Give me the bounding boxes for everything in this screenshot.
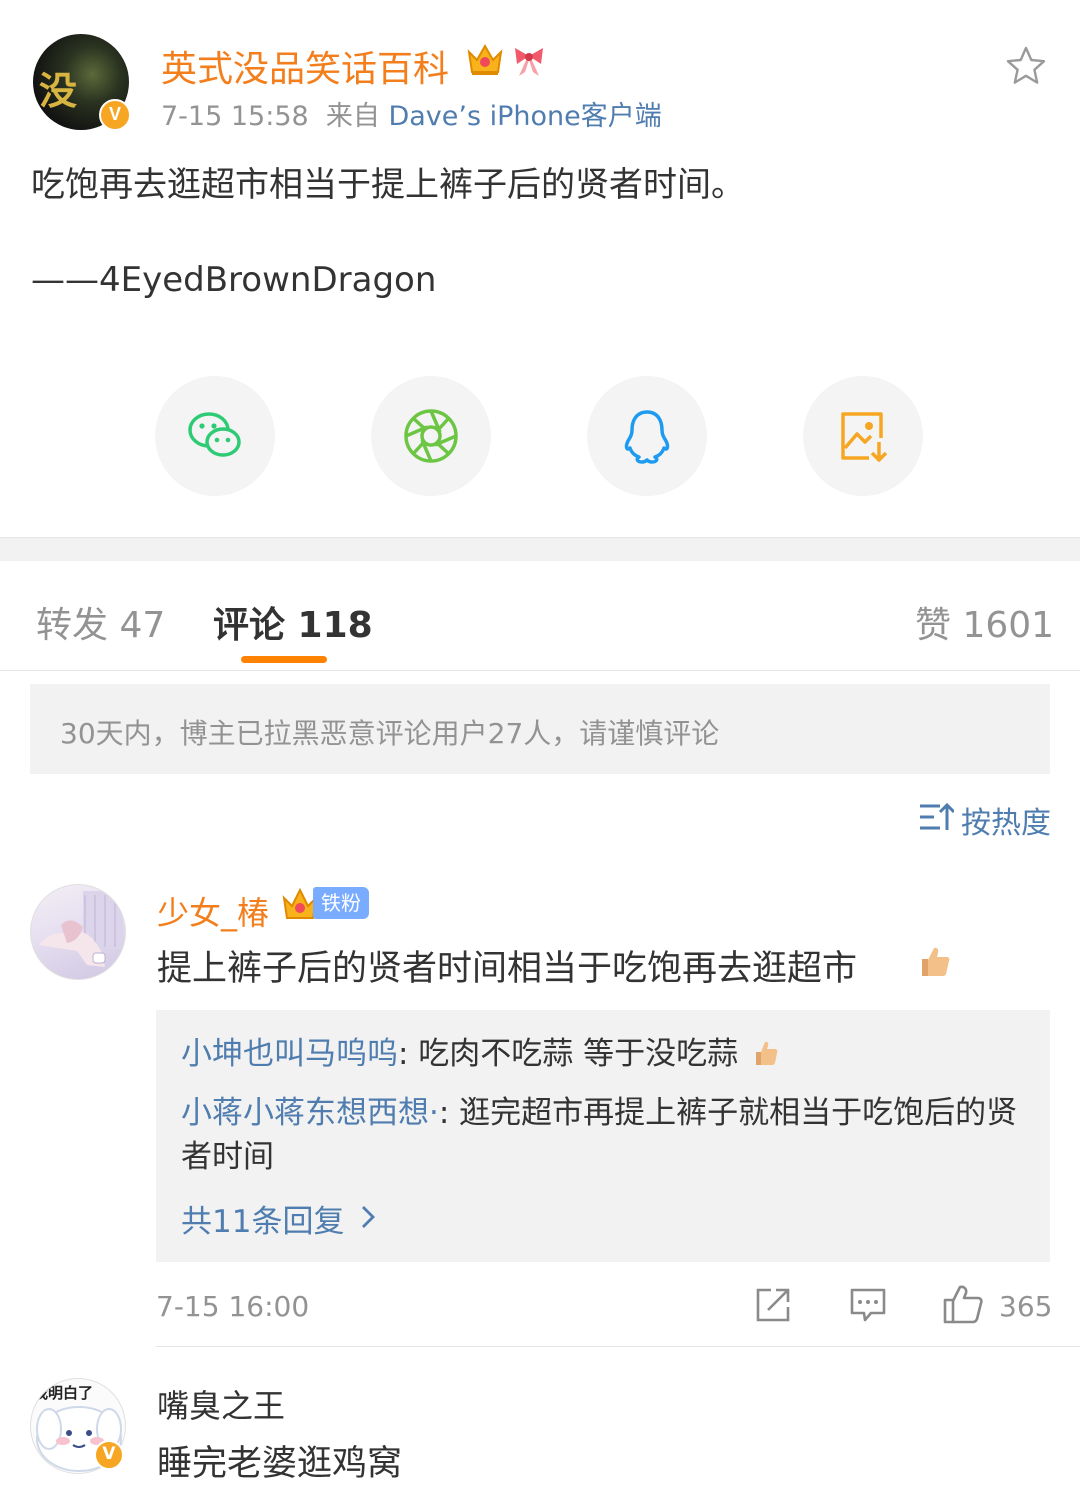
source-client[interactable]: Dave’s iPhone客户端	[388, 101, 661, 132]
save-image-icon	[841, 412, 888, 462]
sort-button[interactable]: 按热度	[961, 798, 1051, 842]
comment-username[interactable]: 少女_椿	[157, 888, 269, 934]
avatar-caption: 我明白了	[33, 1384, 94, 1402]
share-qq-button[interactable]	[587, 376, 707, 496]
avatar-illustration	[39, 891, 123, 967]
qq-icon	[624, 410, 670, 464]
reply-item: 小坤也叫马呜呜: 吃肉不吃蒜 等于没吃蒜	[181, 1032, 738, 1076]
tabs-divider	[0, 670, 1080, 671]
comment-divider	[156, 1346, 1080, 1347]
share-save-image-button[interactable]	[803, 376, 923, 496]
comment-notice: 30天内，博主已拉黑恶意评论用户27人，请谨慎评论	[30, 684, 1050, 774]
source-prefix: 来自	[325, 101, 380, 132]
reply-username[interactable]: 小坤也叫马呜呜	[181, 1036, 398, 1072]
view-all-replies-link[interactable]: 共11条回复	[181, 1196, 344, 1241]
notice-text: 30天内，博主已拉黑恶意评论用户27人，请谨慎评论	[60, 717, 720, 750]
chevron-right-icon	[362, 1206, 375, 1228]
post-meta: 7-15 15:58 来自 Dave’s iPhone客户端	[161, 94, 662, 133]
verified-badge: V	[94, 1440, 124, 1470]
verified-badge: V	[99, 99, 131, 131]
repost-icon[interactable]	[754, 1286, 792, 1324]
share-wechat-button[interactable]	[155, 376, 275, 496]
author-name[interactable]: 英式没品笑话百科	[161, 40, 449, 92]
fan-badge: 铁粉	[313, 887, 369, 919]
post-text: 吃饱再去逛超市相当于提上裤子后的贤者时间。	[31, 165, 745, 205]
bow-icon[interactable]	[511, 42, 547, 78]
comment-avatar[interactable]	[30, 884, 126, 980]
crown-icon[interactable]	[465, 40, 505, 78]
comment-text: 睡完老婆逛鸡窝	[157, 1444, 403, 1484]
share-moments-button[interactable]	[371, 376, 491, 496]
comment-username[interactable]: 嘴臭之王	[157, 1381, 285, 1427]
post-signature: ——4EyedBrownDragon	[31, 260, 437, 300]
thumbs-up-icon	[756, 1041, 778, 1065]
like-icon[interactable]	[942, 1283, 984, 1325]
comment-time: 7-15 16:00	[156, 1290, 310, 1323]
avatar-text: 没	[39, 68, 78, 113]
favorite-star-icon[interactable]	[1004, 44, 1048, 88]
tab-comment[interactable]: 评论 118	[213, 596, 373, 648]
reply-item: 小蒋小蒋东想西想·: 逛完超市再提上裤子就相当于吃饱后的贤者时间	[181, 1091, 1031, 1179]
reply-icon[interactable]	[849, 1286, 887, 1324]
wechat-icon	[188, 412, 241, 457]
post-time: 7-15 15:58	[161, 101, 309, 132]
like-count: 365	[999, 1290, 1053, 1323]
active-tab-indicator	[241, 656, 327, 663]
sort-icon[interactable]	[918, 801, 954, 833]
tab-repost[interactable]: 转发 47	[36, 596, 165, 648]
comment-text: 提上裤子后的贤者时间相当于吃饱再去逛超市	[157, 949, 858, 989]
moments-icon	[404, 409, 458, 463]
thumbs-up-icon	[922, 947, 950, 976]
reply-text: : 吃肉不吃蒜 等于没吃蒜	[398, 1036, 739, 1072]
reply-username[interactable]: 小蒋小蒋东想西想·	[181, 1095, 439, 1131]
section-divider	[0, 537, 1080, 561]
tab-likes[interactable]: 赞 1601	[915, 596, 1054, 648]
